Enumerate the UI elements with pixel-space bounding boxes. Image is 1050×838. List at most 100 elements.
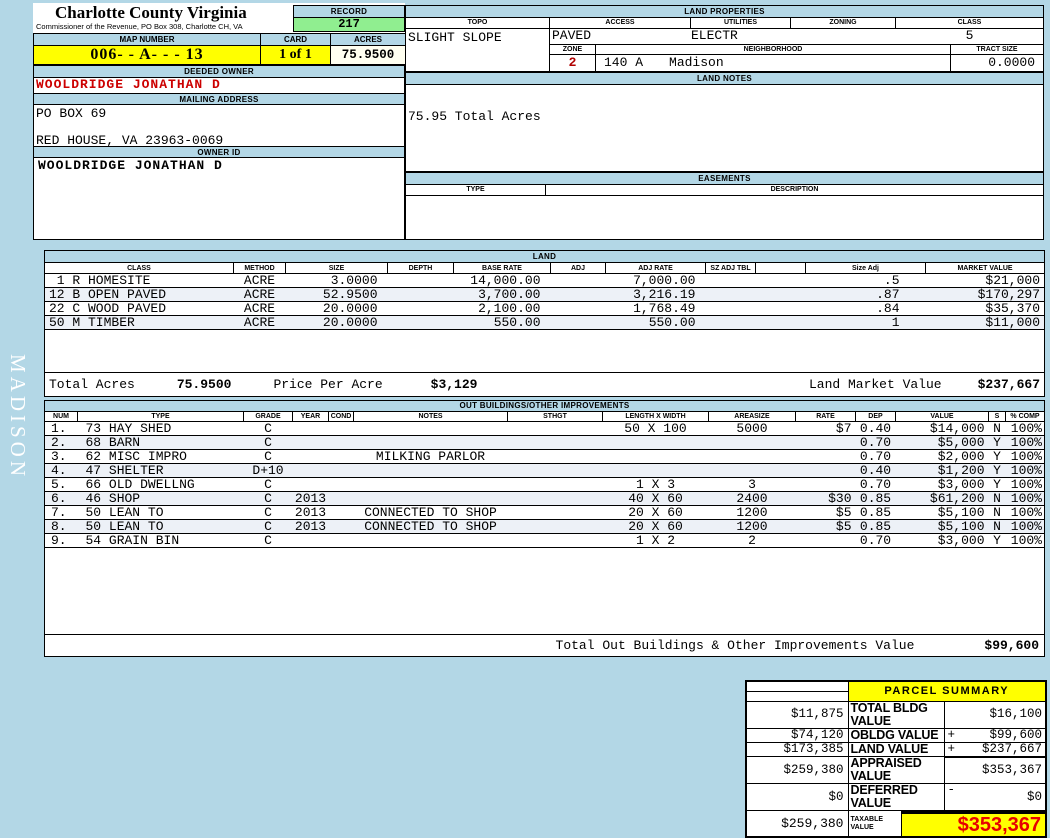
ob-value: $3,000 [895,477,989,492]
ob-pct-comp: 100% [1005,505,1045,520]
ob-cond [328,533,354,548]
ob-rate [795,463,856,478]
land-sz-adj-tbl [705,315,756,330]
ps-sign: + [947,741,956,756]
ob-s-flag: Y [988,449,1006,464]
land-column-header: DEPTH [387,262,454,274]
out-building-row: 2. 68 BARN C 0.70 $5,000 Y 100% [44,435,1045,450]
ob-sthgt [507,519,603,534]
zoning-label: ZONING [791,18,896,28]
ob-s-flag: Y [988,533,1006,548]
ob-grade: C [243,519,293,534]
out-buildings-column-header: GRADE [243,411,293,422]
ob-notes [353,491,508,506]
deeded-owner-value: WOOLDRIDGE JONATHAN D [36,77,221,92]
land-column-header: SZ ADJ TBL [705,262,756,274]
land-column-header: ADJ [550,262,606,274]
ps-amount: $237,667 [982,741,1043,756]
ob-value: $5,100 [895,519,989,534]
taxable-value-label: TAXABLE VALUE [849,811,902,836]
ob-length-width [602,449,709,464]
out-buildings-header-row: NUM TYPE GRADE YEAR COND NOTES STHGT LENGTH X W… [44,411,1045,422]
land-sz-adj-tbl [705,273,756,288]
address-line-1: PO BOX 69 [36,106,107,121]
land-size: 20.0000 [285,315,388,330]
ob-rate [795,533,856,548]
ob-num: 6. [44,491,78,506]
ob-dep: 0.85 [855,505,896,520]
ob-num: 9. [44,533,78,548]
ob-year: 2013 [292,505,329,520]
ob-value: $2,000 [895,449,989,464]
ob-pct-comp: 100% [1005,477,1045,492]
ob-rate [795,449,856,464]
parcel-summary-rows: $11,875 TOTAL BLDG VALUE $16,100 $74,120… [745,700,1047,811]
ob-dep: 0.70 [855,533,896,548]
ob-grade: C [243,421,293,436]
ob-rate [795,477,856,492]
land-depth [387,273,454,288]
ob-cond [328,477,354,492]
ob-pct-comp: 100% [1005,449,1045,464]
land-size-adj: .84 [805,301,926,316]
land-size-adj: 1 [805,315,926,330]
ob-notes [353,533,508,548]
ob-area: 1200 [708,519,796,534]
ob-dep: 0.70 [855,449,896,464]
ob-length-width: 1 X 3 [602,477,709,492]
ps-row-label: DEFERRED VALUE [847,783,945,811]
card-label: CARD [260,33,331,46]
ob-pct-comp: 100% [1005,435,1045,450]
out-building-row: 8. 50 LEAN TO C 2013 CONNECTED TO SHOP 2… [44,519,1045,534]
ob-cond [328,519,354,534]
ps-empty-cell [745,690,849,702]
ob-type: 62 MISC IMPRO [77,449,244,464]
ob-s-flag: N [988,505,1006,520]
tract-size-label: TRACT SIZE [976,46,1018,53]
taxable-prior-value: $259,380 [745,810,849,838]
ob-year: 2013 [292,519,329,534]
total-acres-value: 75.9500 [176,377,232,392]
ob-num: 1. [44,421,78,436]
card-value: 1 of 1 [260,45,331,65]
ps-current-value: + $99,600 [943,727,1047,743]
ob-sthgt [507,533,603,548]
out-buildings-title: OUT BUILDINGS/OTHER IMPROVEMENTS [44,400,1045,412]
ob-s-flag: Y [988,435,1006,450]
ob-cond [328,421,354,436]
land-column-header: CLASS [44,262,234,274]
land-column-header: SIZE [285,262,388,274]
ob-s-flag: Y [988,477,1006,492]
ob-grade: C [243,491,293,506]
ob-s-flag: N [988,519,1006,534]
topo-label: TOPO [406,18,550,28]
utilities-value: ELECTR [691,28,738,43]
ps-prior-value: $74,120 [745,727,849,743]
neighborhood-value: 140 A Madison [596,55,951,71]
out-building-row: 1. 73 HAY SHED C 50 X 100 5000 $7 0.40 $… [44,421,1045,436]
mailing-address: PO BOX 69 RED HOUSE, VA 23963-0069 [34,105,404,148]
ob-type: 54 GRAIN BIN [77,533,244,548]
land-method: ACRE [233,287,286,302]
map-number-label: MAP NUMBER [33,33,261,46]
ps-prior-value: $11,875 [745,700,849,729]
land-class: 50 M TIMBER [44,315,234,330]
land-table-header-row: CLASS METHOD SIZE DEPTH BASE RATE ADJ ADJ RATE… [44,262,1046,274]
acres-value: 75.9500 [330,45,406,65]
ps-current-value: + $237,667 [943,741,1047,757]
access-value: PAVED [552,28,592,43]
land-adj-rate: 7,000.00 [605,273,706,288]
out-buildings-rows: 1. 73 HAY SHED C 50 X 100 5000 $7 0.40 $… [44,421,1045,548]
land-class: 22 C WOOD PAVED [44,301,234,316]
ob-type: 73 HAY SHED [77,421,244,436]
easement-description-label: DESCRIPTION [770,186,819,193]
ps-sign: + [947,727,956,742]
ob-rate: $7 [795,421,856,436]
ob-area: 5000 [708,421,796,436]
land-size-adj: .5 [805,273,926,288]
land-column-header: MARKET VALUE [924,262,1046,274]
ob-area [708,463,796,478]
ob-sthgt [507,449,603,464]
ps-amount: $353,367 [982,762,1043,777]
acres-label: ACRES [330,33,406,46]
